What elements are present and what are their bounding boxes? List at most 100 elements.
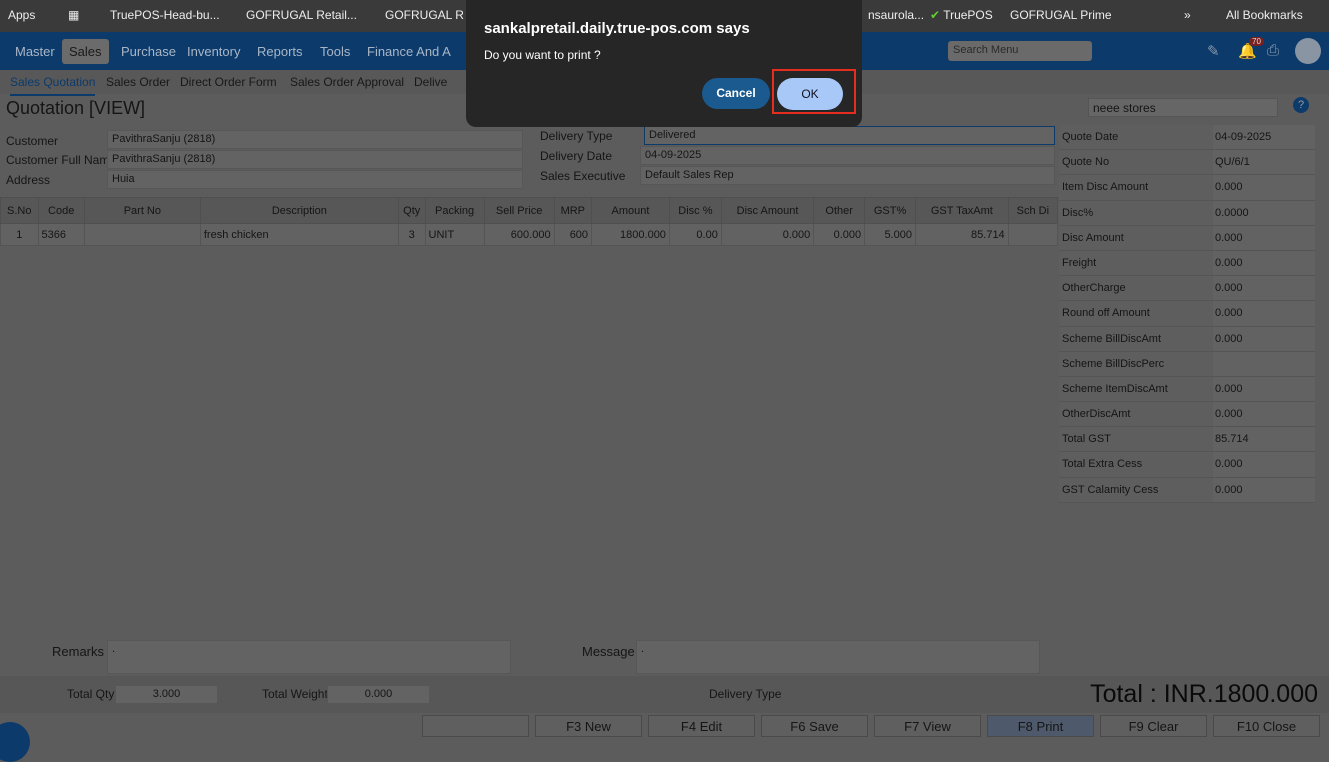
delivery-type-footer-label: Delivery Type — [709, 687, 782, 701]
summary-row: Total Extra Cess 0.000 — [1059, 452, 1315, 478]
avatar[interactable] — [1295, 38, 1321, 64]
close-button[interactable]: F10 Close — [1213, 715, 1320, 737]
full-name-label: Customer Full Name — [6, 153, 117, 167]
printer-icon[interactable]: ⎙ — [1267, 42, 1279, 59]
address-field[interactable]: Huia — [107, 170, 523, 189]
summary-label: OtherDiscAmt — [1059, 402, 1213, 427]
totals-bar: Total Qty 3.000 Total Weight 0.000 Deliv… — [0, 676, 1329, 713]
bookmark[interactable]: nsaurola... — [868, 8, 924, 22]
total-qty-label: Total Qty — [67, 687, 115, 701]
nav-sales[interactable]: Sales — [62, 39, 109, 64]
more-bookmarks-icon[interactable]: » — [1184, 8, 1191, 22]
store-select[interactable]: neee stores — [1088, 98, 1278, 117]
summary-row: Scheme BillDiscAmt 0.000 — [1059, 326, 1315, 352]
customer-field[interactable]: PavithraSanju (2818) — [107, 130, 523, 149]
bookmark[interactable]: GOFRUGAL Prime — [1010, 8, 1112, 22]
col-header: Qty — [397, 197, 426, 224]
summary-label: Quote No — [1059, 150, 1213, 175]
col-header: Other — [813, 197, 866, 224]
nav-tools[interactable]: Tools — [313, 39, 357, 64]
tab-direct-order-form[interactable]: Direct Order Form — [180, 70, 277, 94]
summary-row: Total GST 85.714 — [1059, 427, 1315, 453]
highlight-box — [772, 69, 856, 114]
bookmark[interactable]: ✔ TruePOS — [930, 8, 993, 22]
total-weight-field: 0.000 — [327, 685, 430, 704]
cell — [83, 223, 201, 246]
all-bookmarks[interactable]: All Bookmarks — [1226, 8, 1303, 22]
nav-reports[interactable]: Reports — [250, 39, 310, 64]
message-label: Message — [582, 644, 635, 659]
blank-button[interactable] — [422, 715, 529, 737]
cancel-button[interactable]: Cancel — [702, 78, 770, 109]
bookmark[interactable]: GOFRUGAL R — [385, 8, 464, 22]
view-button[interactable]: F7 View — [874, 715, 981, 737]
delivery-type-select[interactable]: Delivered — [644, 126, 1055, 145]
summary-value: 0.000 — [1215, 332, 1243, 345]
summary-label: GST Calamity Cess — [1059, 477, 1213, 502]
summary-row: Item Disc Amount 0.000 — [1059, 175, 1315, 201]
summary-value: 0.000 — [1215, 382, 1243, 395]
tab-sales-order-approval[interactable]: Sales Order Approval — [290, 70, 404, 94]
bookmark[interactable]: TruePOS-Head-bu... — [110, 8, 220, 22]
cell: 600 — [553, 223, 593, 246]
summary-value: QU/6/1 — [1215, 156, 1250, 169]
col-header: Part No — [83, 197, 201, 224]
summary-panel: Quote Date 04-09-2025 Quote No QU/6/1 Item D… — [1059, 125, 1315, 503]
tab-grid-icon[interactable]: ▦ — [68, 8, 79, 22]
page-title: Quotation [VIEW] — [6, 98, 146, 118]
tab-delivery[interactable]: Delive — [414, 70, 447, 94]
summary-label: Scheme ItemDiscAmt — [1059, 376, 1213, 402]
chat-widget-icon[interactable] — [0, 722, 30, 762]
summary-label: Scheme BillDiscAmt — [1059, 326, 1213, 351]
help-icon[interactable]: ? — [1293, 97, 1309, 113]
grand-total: Total : INR.1800.000 — [1090, 680, 1318, 708]
save-button[interactable]: F6 Save — [761, 715, 868, 737]
summary-label: Quote Date — [1059, 125, 1213, 150]
cell: 1 — [0, 223, 39, 246]
bookmark-apps[interactable]: Apps — [8, 8, 35, 22]
full-name-field[interactable]: PavithraSanju (2818) — [107, 150, 523, 169]
summary-row: OtherDiscAmt 0.000 — [1059, 402, 1315, 428]
summary-value: 0.000 — [1215, 256, 1243, 269]
total-qty-field: 3.000 — [115, 685, 218, 704]
print-button[interactable]: F8 Print — [987, 715, 1094, 737]
summary-label: Round off Amount — [1059, 301, 1213, 326]
col-header: GST% — [864, 197, 916, 224]
search-menu-input[interactable]: Search Menu — [948, 41, 1092, 61]
check-icon: ✔ — [930, 8, 941, 22]
cell: fresh chicken — [199, 223, 399, 246]
items-table: S.No Code Part No Description Qty Packin… — [0, 197, 1059, 246]
print-confirm-dialog: sankalpretail.daily.true-pos.com says Do… — [466, 0, 862, 127]
summary-row: Quote No QU/6/1 — [1059, 150, 1315, 176]
summary-label: Disc% — [1059, 200, 1213, 225]
cell: 600.000 — [483, 223, 555, 246]
table-row[interactable]: 1 5366 fresh chicken 3 UNIT 600.000 600 … — [0, 223, 1059, 246]
remarks-textarea[interactable]: . — [107, 640, 511, 674]
summary-label: Scheme BillDiscPerc — [1059, 351, 1213, 376]
nav-master[interactable]: Master — [8, 39, 62, 64]
cell: 0.00 — [668, 223, 722, 246]
clear-button[interactable]: F9 Clear — [1100, 715, 1207, 737]
tab-sales-quotation[interactable]: Sales Quotation — [10, 70, 96, 96]
brush-icon[interactable]: ✎ — [1207, 42, 1220, 60]
new-button[interactable]: F3 New — [535, 715, 642, 737]
tab-sales-order[interactable]: Sales Order — [106, 70, 170, 94]
sales-executive-field[interactable]: Default Sales Rep — [640, 166, 1055, 185]
action-buttons: F3 New F4 Edit F6 Save F7 View F8 Print … — [422, 715, 1320, 737]
nav-finance[interactable]: Finance And A — [360, 39, 458, 64]
message-textarea[interactable]: . — [636, 640, 1040, 674]
summary-row: Disc Amount 0.000 — [1059, 225, 1315, 251]
summary-value: 0.000 — [1215, 181, 1243, 194]
cell: 0.000 — [813, 223, 866, 246]
address-label: Address — [6, 173, 51, 187]
col-header: MRP — [553, 197, 593, 224]
cell — [1007, 223, 1059, 246]
nav-inventory[interactable]: Inventory — [180, 39, 247, 64]
nav-purchase[interactable]: Purchase — [114, 39, 183, 64]
summary-value: 0.000 — [1215, 282, 1243, 295]
summary-value: 0.0000 — [1215, 206, 1249, 219]
bookmark[interactable]: GOFRUGAL Retail... — [246, 8, 357, 22]
delivery-date-field[interactable]: 04-09-2025 — [640, 146, 1055, 165]
edit-button[interactable]: F4 Edit — [648, 715, 755, 737]
summary-row: Scheme ItemDiscAmt 0.000 — [1059, 376, 1315, 403]
